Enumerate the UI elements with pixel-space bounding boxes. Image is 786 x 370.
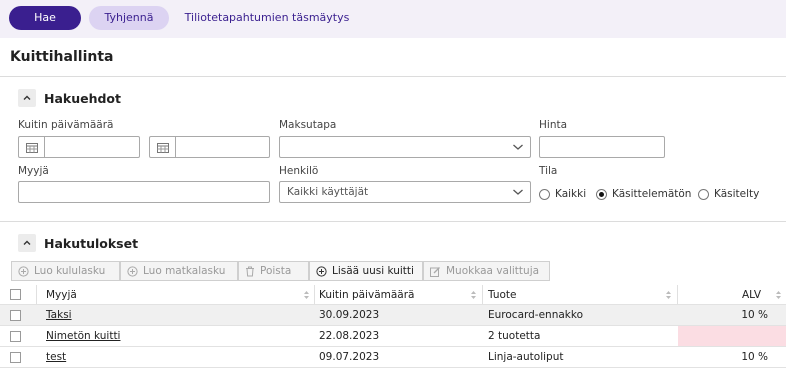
date-from-field[interactable]: [18, 136, 140, 158]
seller-link[interactable]: Taksi: [46, 309, 72, 321]
search-button[interactable]: Hae: [9, 6, 81, 30]
seller-field[interactable]: [18, 181, 270, 203]
vat-cell: 10 %: [741, 351, 768, 363]
edit-selected-button[interactable]: Muokkaa valittuja: [423, 261, 550, 281]
product-cell: 2 tuotetta: [488, 330, 541, 342]
column-label: ALV: [741, 288, 761, 301]
column-label: Tuote: [488, 288, 517, 301]
table-row[interactable]: test 09.07.2023 Linja-autoliput 10 %: [0, 347, 786, 368]
chevron-up-icon[interactable]: [18, 89, 36, 107]
table-row[interactable]: Taksi 30.09.2023 Eurocard-ennakko 10 %: [0, 305, 786, 326]
receipt-date-label: Kuitin päivämäärä: [18, 119, 114, 131]
date-cell: 30.09.2023: [319, 309, 380, 321]
person-label: Henkilö: [279, 165, 319, 177]
vat-cell: 10 %: [741, 309, 768, 321]
select-all-checkbox[interactable]: [10, 285, 21, 304]
plus-circle-icon: [316, 265, 327, 277]
column-label: Kuitin päivämäärä: [319, 288, 415, 301]
sort-icon[interactable]: [303, 290, 310, 303]
bank-reconciliation-button[interactable]: Tiliotetapahtumien täsmäytys: [182, 6, 352, 30]
create-travel-button[interactable]: Luo matkalasku: [120, 261, 238, 281]
person-select-value: Kaikki käyttäjät: [287, 186, 369, 198]
search-criteria-header[interactable]: Hakuehdot: [18, 89, 121, 107]
radio-selected-icon[interactable]: [596, 188, 607, 200]
date-cell: 09.07.2023: [319, 351, 380, 363]
column-header-date[interactable]: Kuitin päivämäärä: [319, 285, 481, 304]
edit-selected-label: Muokkaa valittuja: [446, 265, 540, 277]
payment-method-label: Maksutapa: [279, 119, 337, 131]
add-receipt-label: Lisää uusi kuitti: [332, 265, 414, 277]
results-toolbar: Luo kululasku Luo matkalasku Poista Lisä…: [11, 261, 550, 281]
page-title: Kuittihallinta: [10, 49, 114, 65]
column-header-seller[interactable]: Myyjä: [46, 285, 314, 304]
search-results-title: Hakutulokset: [44, 235, 139, 251]
chevron-up-icon[interactable]: [18, 234, 36, 252]
clear-button[interactable]: Tyhjennä: [89, 6, 169, 30]
seller-link[interactable]: test: [46, 351, 66, 363]
status-label: Tila: [539, 165, 558, 177]
calendar-icon[interactable]: [19, 137, 45, 157]
seller-link[interactable]: Nimetön kuitti: [46, 330, 120, 342]
create-expense-button[interactable]: Luo kululasku: [11, 261, 120, 281]
search-results-header[interactable]: Hakutulokset: [18, 234, 138, 252]
status-radio-all[interactable]: Kaikki: [539, 187, 586, 201]
search-criteria-title: Hakuehdot: [44, 90, 121, 106]
sort-icon[interactable]: [665, 290, 672, 303]
create-travel-label: Luo matkalasku: [143, 265, 226, 277]
divider: [0, 221, 786, 222]
product-cell: Linja-autoliput: [488, 351, 564, 363]
create-expense-label: Luo kululasku: [34, 265, 106, 277]
column-label: Myyjä: [46, 288, 77, 301]
date-cell: 22.08.2023: [319, 330, 380, 342]
status-option-label: Käsittelemätön: [612, 188, 692, 200]
delete-label: Poista: [260, 265, 292, 277]
payment-method-select[interactable]: [279, 136, 531, 158]
calendar-icon[interactable]: [150, 137, 176, 157]
row-checkbox[interactable]: [10, 305, 21, 325]
top-action-bar: Hae Tyhjennä Tiliotetapahtumien täsmäyty…: [0, 0, 786, 38]
seller-label: Myyjä: [18, 165, 49, 177]
row-checkbox[interactable]: [10, 326, 21, 346]
column-header-vat[interactable]: ALV: [678, 285, 786, 304]
table-row[interactable]: Nimetön kuitti 22.08.2023 2 tuotetta: [0, 326, 786, 347]
status-radio-unprocessed[interactable]: Käsittelemätön: [596, 187, 691, 201]
status-option-label: Käsitelty: [714, 188, 760, 200]
table-header: Myyjä Kuitin päivämäärä Tuote ALV: [0, 285, 786, 305]
chevron-down-icon: [512, 187, 524, 200]
column-header-product[interactable]: Tuote: [488, 285, 676, 304]
product-cell: Eurocard-ennakko: [488, 309, 584, 321]
row-checkbox[interactable]: [10, 347, 21, 367]
plus-circle-icon: [18, 265, 29, 277]
delete-button[interactable]: Poista: [238, 261, 309, 281]
date-to-field[interactable]: [149, 136, 270, 158]
person-select[interactable]: Kaikki käyttäjät: [279, 181, 531, 203]
price-label: Hinta: [539, 119, 568, 131]
radio-icon[interactable]: [698, 188, 709, 200]
status-option-label: Kaikki: [555, 188, 587, 200]
sort-icon[interactable]: [470, 290, 477, 303]
price-field[interactable]: [539, 136, 665, 158]
edit-icon: [430, 266, 441, 277]
trash-icon: [245, 266, 255, 277]
add-receipt-button[interactable]: Lisää uusi kuitti: [309, 261, 423, 281]
vat-cell-missing: [678, 326, 786, 346]
divider: [0, 76, 786, 77]
plus-circle-icon: [127, 265, 138, 277]
radio-icon[interactable]: [539, 188, 550, 200]
status-radio-processed[interactable]: Käsitelty: [698, 187, 759, 201]
chevron-down-icon: [512, 142, 524, 155]
sort-icon[interactable]: [775, 290, 782, 303]
